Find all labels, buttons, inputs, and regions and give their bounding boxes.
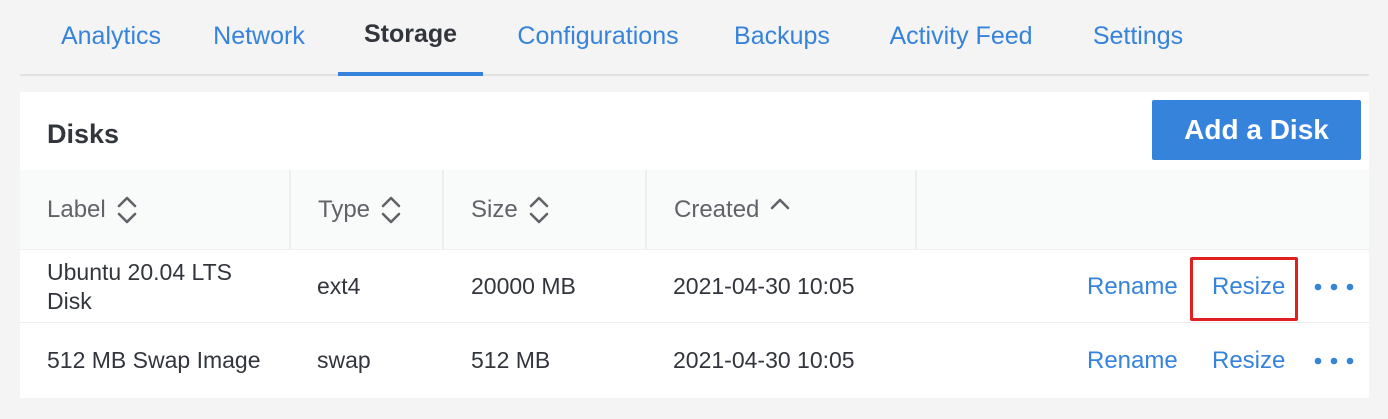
tab-activity-feed[interactable]: Activity Feed (875, 0, 1047, 76)
column-header-type-text: Type (318, 196, 371, 223)
table-row: 512 MB Swap Image swap 512 MB 2021-04-30… (20, 324, 1369, 397)
disks-panel: Disks Add a Disk Label Type Size Created (20, 92, 1369, 398)
table-row: Ubuntu 20.04 LTS Disk ext4 20000 MB 2021… (20, 250, 1369, 323)
resize-link[interactable]: Resize (1212, 250, 1285, 323)
sort-ascending-icon (769, 196, 791, 212)
more-actions-icon[interactable] (1314, 324, 1354, 397)
column-header-type[interactable]: Type (291, 170, 444, 250)
panel-title: Disks (47, 119, 120, 149)
sort-icon (116, 194, 138, 226)
column-header-label[interactable]: Label (20, 170, 291, 250)
disk-label: Ubuntu 20.04 LTS Disk (47, 258, 232, 314)
disk-type: swap (317, 347, 371, 373)
more-actions-icon[interactable] (1314, 250, 1354, 323)
column-header-size-text: Size (471, 196, 518, 223)
resize-link[interactable]: Resize (1212, 324, 1285, 397)
tab-backups[interactable]: Backups (724, 0, 840, 76)
table-header: Label Type Size Created (20, 170, 1369, 250)
disk-type: ext4 (317, 273, 361, 299)
tab-storage[interactable]: Storage (338, 0, 483, 76)
sort-icon (528, 194, 550, 226)
rename-link[interactable]: Rename (1087, 324, 1178, 397)
tab-analytics[interactable]: Analytics (37, 0, 185, 76)
column-header-created[interactable]: Created (647, 170, 917, 250)
disk-size: 512 MB (471, 347, 551, 373)
add-disk-button[interactable]: Add a Disk (1152, 100, 1361, 160)
column-header-created-text: Created (674, 196, 760, 223)
disk-label: 512 MB Swap Image (47, 347, 261, 373)
column-header-label-text: Label (47, 196, 106, 223)
tab-bar: Analytics Network Storage Configurations… (20, 0, 1369, 76)
rename-link[interactable]: Rename (1087, 250, 1178, 323)
column-header-actions (917, 170, 1369, 250)
tab-settings[interactable]: Settings (1082, 0, 1194, 76)
disk-created: 2021-04-30 10:05 (673, 347, 855, 373)
disk-created: 2021-04-30 10:05 (673, 273, 855, 299)
disk-size: 20000 MB (471, 273, 576, 299)
sort-icon (380, 194, 402, 226)
tab-configurations[interactable]: Configurations (498, 0, 698, 76)
tab-network[interactable]: Network (195, 0, 323, 76)
column-header-size[interactable]: Size (444, 170, 647, 250)
